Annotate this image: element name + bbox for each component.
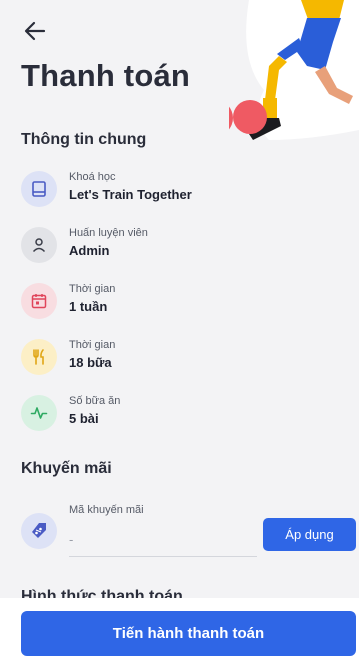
info-row-course: Khoá học Let's Train Together (21, 169, 321, 209)
promo-code-input[interactable] (69, 522, 257, 557)
checkout-panel: Thanh toán Thông tin chung Khoá học Let'… (0, 0, 359, 598)
page-title: Thanh toán (21, 58, 191, 93)
discount-tag-icon (21, 513, 57, 549)
info-value: 5 bài (69, 411, 99, 426)
info-row-meals: Thời gian 18 bữa (21, 337, 321, 377)
promo-code-label: Mã khuyến mãi (69, 504, 144, 516)
info-row-count: Số bữa ăn 5 bài (21, 393, 321, 433)
info-value: 1 tuần (69, 299, 108, 314)
promotion-heading: Khuyến mãi (21, 460, 112, 477)
activity-icon (21, 395, 57, 431)
info-row-duration: Thời gian 1 tuần (21, 281, 321, 321)
info-label: Số bữa ăn (69, 395, 121, 407)
ball-icon (233, 100, 267, 134)
proceed-payment-button[interactable]: Tiến hành thanh toán (21, 611, 356, 656)
info-label: Huấn luyện viên (69, 227, 148, 239)
calendar-icon (21, 283, 57, 319)
fork-knife-icon (21, 339, 57, 375)
payment-method-heading: Hình thức thanh toán (21, 588, 183, 598)
info-label: Khoá học (69, 171, 116, 183)
info-value: Let's Train Together (69, 187, 192, 202)
general-info-heading: Thông tin chung (21, 131, 147, 148)
user-icon (21, 227, 57, 263)
book-icon (21, 171, 57, 207)
info-row-coach: Huấn luyện viên Admin (21, 225, 321, 265)
info-label: Thời gian (69, 283, 116, 295)
info-value: Admin (69, 243, 110, 258)
info-label: Thời gian (69, 339, 116, 351)
apply-promo-button[interactable]: Áp dụng (263, 518, 356, 551)
info-value: 18 bữa (69, 355, 112, 370)
back-arrow-icon[interactable] (22, 18, 48, 44)
